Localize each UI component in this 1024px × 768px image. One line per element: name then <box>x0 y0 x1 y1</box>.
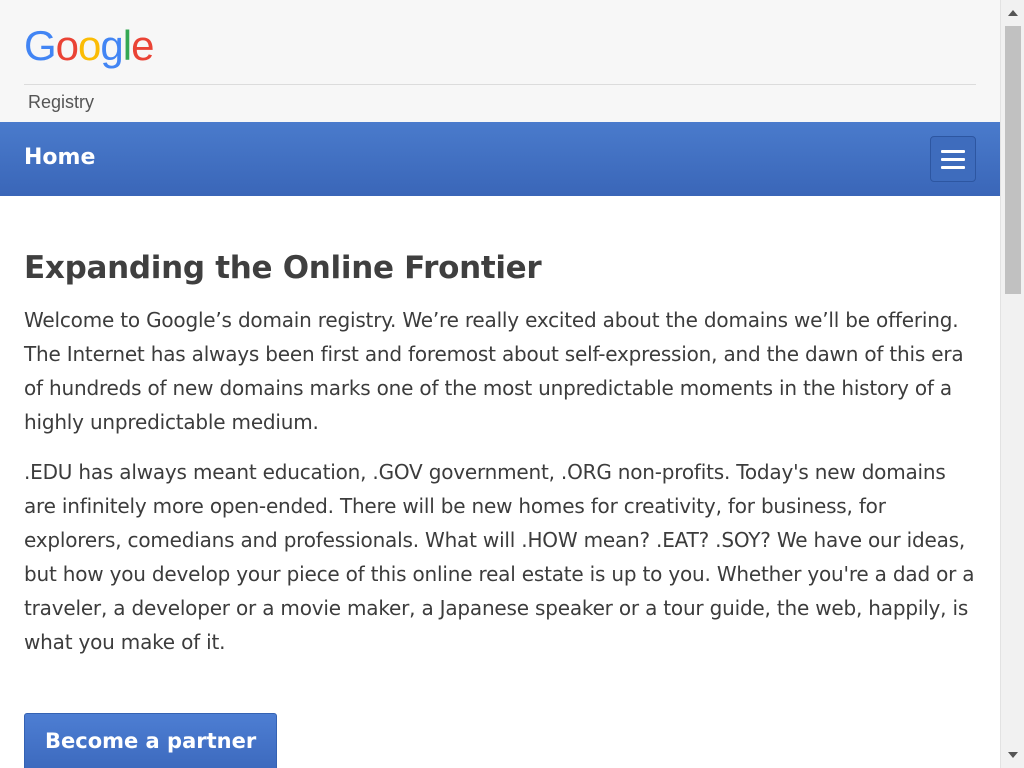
scroll-thumb[interactable] <box>1005 26 1021 294</box>
logo-letter: o <box>55 22 79 69</box>
page: Google Registry Home Expanding the Onlin… <box>0 0 1000 768</box>
logo-letter: g <box>100 22 123 69</box>
logo-letter: e <box>131 22 154 69</box>
navbar: Home <box>0 122 1000 196</box>
header-divider <box>24 84 976 85</box>
logo-letter: o <box>78 22 101 69</box>
registry-label: Registry <box>28 92 95 112</box>
nav-home-link[interactable]: Home <box>24 145 95 170</box>
become-partner-button[interactable]: Become a partner <box>24 713 278 768</box>
vertical-scrollbar[interactable] <box>1000 0 1024 768</box>
google-logo[interactable]: Google <box>24 22 154 70</box>
domains-paragraph: .EDU has always meant education, .GOV go… <box>24 460 975 654</box>
logo-letter: G <box>24 22 57 69</box>
logo-letter: l <box>122 22 132 69</box>
scroll-down-arrow-icon[interactable] <box>1008 752 1018 758</box>
menu-toggle-button[interactable] <box>930 136 976 182</box>
top-header: Google Registry <box>0 0 1000 122</box>
main-content: Expanding the Online Frontier Welcome to… <box>0 250 1000 768</box>
intro-paragraph: Welcome to Google’s domain registry. We’… <box>24 308 964 434</box>
page-title: Expanding the Online Frontier <box>24 250 542 286</box>
scroll-up-arrow-icon[interactable] <box>1008 10 1018 16</box>
